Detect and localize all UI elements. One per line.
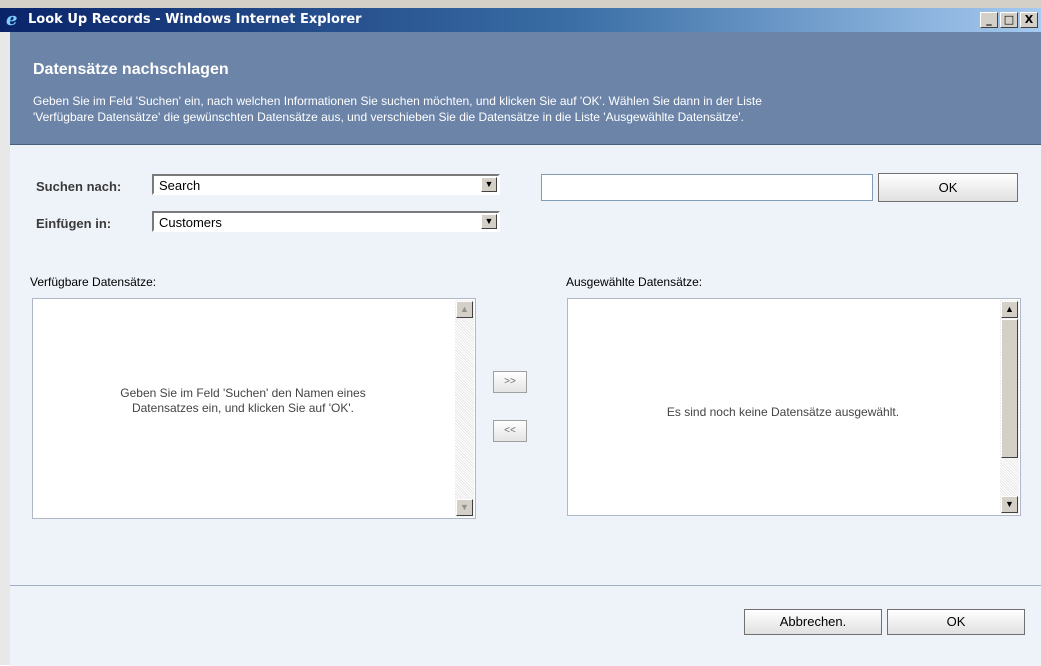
cancel-button[interactable]: Abbrechen. <box>744 609 882 635</box>
search-by-label: Suchen nach: <box>36 179 122 194</box>
close-button[interactable]: X <box>1020 12 1038 28</box>
available-empty-line-1: Geben Sie im Feld 'Suchen' den Namen ein… <box>120 386 366 400</box>
insert-in-select[interactable]: Customers ▼ <box>152 211 500 232</box>
ie-logo-icon: e <box>6 9 18 30</box>
available-scrollbar[interactable]: ▲ ▼ <box>455 300 474 517</box>
scroll-down-icon[interactable]: ▼ <box>1001 496 1018 513</box>
available-empty-line-2: Datensatzes ein, und klicken Sie auf 'OK… <box>131 401 355 415</box>
chevron-down-icon[interactable]: ▼ <box>481 214 497 229</box>
dialog-header: Datensätze nachschlagen Geben Sie im Fel… <box>10 32 1041 145</box>
scroll-down-icon[interactable]: ▼ <box>456 499 473 516</box>
insert-in-label: Einfügen in: <box>36 216 112 231</box>
dialog-description-line-2: 'Verfügbare Datensätze' die gewünschten … <box>33 110 744 124</box>
dialog-content: Suchen nach: Search ▼ Einfügen in: Custo… <box>10 145 1041 585</box>
minimize-button[interactable]: _ <box>980 12 998 28</box>
scroll-up-icon[interactable]: ▲ <box>1001 301 1018 318</box>
chevron-down-icon[interactable]: ▼ <box>481 177 497 192</box>
dialog-description: Geben Sie im Feld 'Suchen' ein, nach wel… <box>33 93 1033 125</box>
search-by-value: Search <box>159 178 201 193</box>
available-records-empty-message: Geben Sie im Feld 'Suchen' den Namen ein… <box>53 386 433 416</box>
search-ok-button[interactable]: OK <box>878 173 1018 202</box>
maximize-button[interactable]: □ <box>1000 12 1018 28</box>
selected-records-label: Ausgewählte Datensätze: <box>566 275 703 289</box>
selected-records-list[interactable]: Es sind noch keine Datensätze ausgewählt… <box>567 298 1021 516</box>
selected-records-empty-message: Es sind noch keine Datensätze ausgewählt… <box>666 405 900 419</box>
dialog-title: Datensätze nachschlagen <box>33 61 229 78</box>
search-by-select[interactable]: Search ▼ <box>152 174 500 195</box>
available-records-label: Verfügbare Datensätze: <box>30 275 157 289</box>
scroll-up-icon[interactable]: ▲ <box>456 301 473 318</box>
dialog-footer: Abbrechen. OK <box>10 585 1041 666</box>
dialog-description-line-1: Geben Sie im Feld 'Suchen' ein, nach wel… <box>33 94 762 108</box>
window-title: Look Up Records - Windows Internet Explo… <box>28 12 362 27</box>
insert-in-value: Customers <box>159 215 222 230</box>
add-records-button[interactable]: >> <box>493 371 527 393</box>
available-records-list[interactable]: Geben Sie im Feld 'Suchen' den Namen ein… <box>32 298 476 519</box>
scroll-thumb[interactable] <box>1001 319 1018 458</box>
ok-button[interactable]: OK <box>887 609 1025 635</box>
window-top-strip <box>0 0 1041 8</box>
window-titlebar[interactable]: e Look Up Records - Windows Internet Exp… <box>0 8 1041 32</box>
remove-records-button[interactable]: << <box>493 420 527 442</box>
selected-scrollbar[interactable]: ▲ ▼ <box>1000 300 1019 514</box>
search-text-input[interactable] <box>541 174 873 201</box>
